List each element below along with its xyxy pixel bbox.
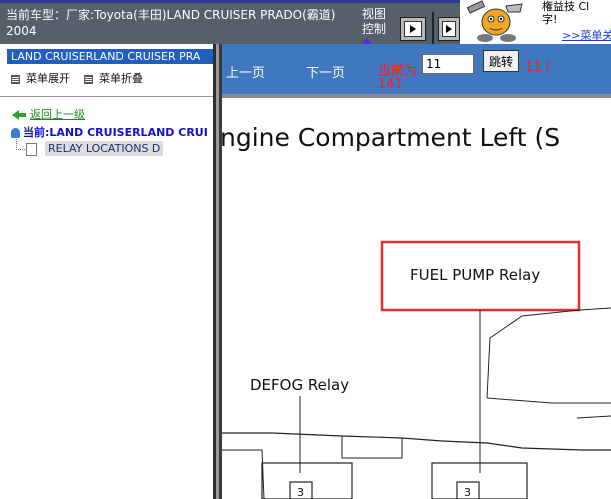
component-outline: [486, 397, 611, 404]
collapse-menu-button[interactable]: 菜单折叠: [84, 70, 143, 86]
component-outline: [486, 307, 611, 399]
current-car-model: 当前车型：厂家:Toyota(丰田)LAND CRUISER PRADO(霸道)…: [6, 8, 336, 38]
back-link-label: 返回上一级: [30, 108, 85, 121]
collapse-icon: [84, 74, 93, 84]
page-number-input[interactable]: [422, 54, 474, 74]
expand-menu-label: 菜单展开: [26, 72, 70, 85]
help-text-line1: 権益技 Cl: [542, 0, 590, 13]
page-toolbar: 上一页 下一页 当前为 跳转 11 / 141: [222, 44, 611, 94]
panel-divider: [0, 96, 213, 97]
panel-title: LAND CRUISERLAND CRUISER PRA: [7, 49, 213, 64]
back-link[interactable]: 返回上一级: [12, 106, 85, 122]
fuel-pump-relay-label: FUEL PUMP Relay: [410, 266, 540, 284]
page-total-b: 141: [378, 77, 403, 92]
play-icon: [404, 21, 422, 37]
page-total-a: 11 /: [525, 60, 551, 75]
fuel-pump-connector-number: 3: [464, 486, 471, 499]
relay-diagram: ngine Compartment Left (S FUEL PUMP Rela…: [222, 98, 611, 499]
current-node[interactable]: 当前:LAND CRUISERLAND CRUI: [11, 124, 208, 140]
tree-item-label: RELAY LOCATIONS D: [45, 141, 164, 156]
top-header-bar: 当前车型：厂家:Toyota(丰田)LAND CRUISER PRADO(霸道)…: [0, 0, 611, 44]
collapse-menu-label: 菜单折叠: [99, 72, 143, 85]
back-arrow-icon: [12, 110, 26, 120]
document-icon: [26, 142, 37, 156]
next-page-link[interactable]: 下一页: [306, 62, 345, 81]
diagram-heading: ngine Compartment Left (S: [222, 123, 560, 152]
menu-link[interactable]: >>菜单关: [562, 27, 611, 43]
defog-connector-number: 3: [297, 486, 304, 499]
go-button[interactable]: 跳转: [483, 50, 519, 72]
defog-relay-label: DEFOG Relay: [250, 376, 349, 394]
help-text-line2: 字!: [542, 13, 558, 26]
left-navigation-panel: LAND CRUISERLAND CRUISER PRA 菜单展开 菜单折叠 返…: [0, 44, 213, 499]
prev-page-link[interactable]: 上一页: [226, 62, 265, 81]
help-text: 権益技 Cl 字!: [542, 0, 589, 26]
tree-item-relay-locations[interactable]: RELAY LOCATIONS D: [26, 141, 164, 156]
view-forward-button[interactable]: [400, 17, 426, 41]
block-outline: [222, 432, 611, 451]
component-outline: [576, 415, 611, 419]
current-node-label: 当前:LAND CRUISERLAND CRUI: [23, 126, 208, 139]
mascot-logo: [460, 0, 532, 44]
block-outline: [222, 449, 265, 499]
header-stripe: [0, 0, 460, 3]
expand-menu-button[interactable]: 菜单展开: [11, 70, 70, 86]
view-next-button[interactable]: [438, 17, 460, 41]
toolbar-separator: [432, 12, 434, 44]
help-box: 権益技 Cl 字! >>菜单关: [532, 0, 611, 44]
panel-splitter[interactable]: [213, 44, 222, 499]
block-outline: [341, 436, 403, 459]
expand-icon: [11, 74, 20, 84]
play-icon: [442, 21, 456, 37]
view-control-label: 视图控制: [362, 7, 387, 36]
